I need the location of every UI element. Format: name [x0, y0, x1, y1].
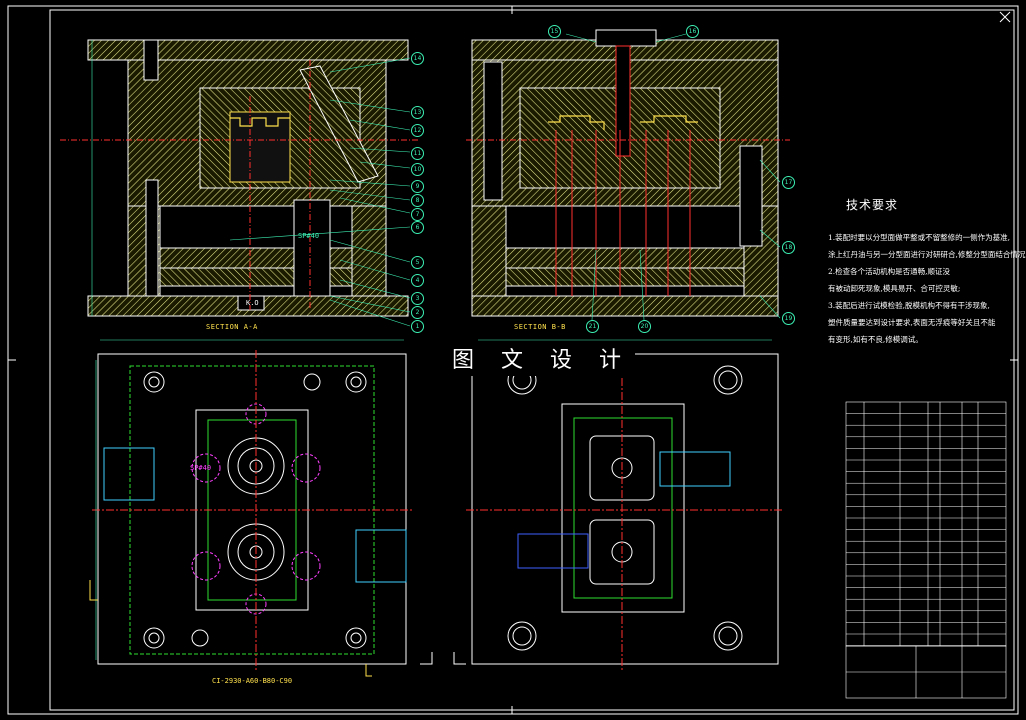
- bottom-caption: CI-2930-A60-B80-C90: [212, 677, 293, 685]
- part-callout-8: 8: [411, 194, 424, 207]
- part-callout-20: 20: [638, 320, 651, 333]
- part-callout-14: 14: [411, 52, 424, 65]
- title-block: [845, 401, 1007, 699]
- section-a-a-view: [60, 39, 420, 327]
- fixed-half-plan-view: [89, 339, 412, 677]
- section-a-label: SECTION A-A: [206, 323, 258, 331]
- spring-label-plan: SP#40: [190, 464, 212, 472]
- part-callout-6: 6: [411, 221, 424, 234]
- watermark-text: 图 文 设 计: [448, 346, 635, 376]
- part-callout-11: 11: [411, 147, 424, 160]
- tech-title: 技术要求: [846, 198, 899, 212]
- technical-requirements: 技术要求 1.装配时要以分型面做平整或不留整修的一侧作为基准, 涂上红丹油与另一…: [828, 196, 1026, 348]
- part-callout-21: 21: [586, 320, 599, 333]
- moving-half-plan-view: [420, 339, 784, 670]
- bom-table-rows: [846, 413, 1006, 646]
- part-callout-13: 13: [411, 106, 424, 119]
- part-callout-2: 2: [411, 306, 424, 319]
- spring-label: SP#40: [298, 232, 320, 240]
- tech-line: 2.检查各个活动机构是否通畅,顺证没: [828, 267, 951, 276]
- part-callout-16: 16: [686, 25, 699, 38]
- tech-line: 涂上红丹油与另一分型面进行对研研合,修整分型面结合情况;: [828, 250, 1026, 259]
- part-callout-19: 19: [782, 312, 795, 325]
- part-callout-7: 7: [411, 208, 424, 221]
- ko-label: K.O: [246, 299, 259, 307]
- tech-line: 塑件质量要达到设计要求,表面无浮痕等好关且不能: [828, 318, 996, 327]
- part-callout-18: 18: [782, 241, 795, 254]
- tech-line: 1.装配时要以分型面做平整或不留整修的一侧作为基准,: [828, 233, 1011, 242]
- tech-line: 3.装配后进行试模检验,脱模机构不得有干涉现象,: [828, 301, 990, 310]
- part-callout-9: 9: [411, 180, 424, 193]
- part-callout-4: 4: [411, 274, 424, 287]
- tech-line: 有变形,如有不良,修模调试。: [828, 335, 923, 344]
- part-callout-10: 10: [411, 163, 424, 176]
- part-callout-12: 12: [411, 124, 424, 137]
- part-callout-3: 3: [411, 292, 424, 305]
- part-callout-17: 17: [782, 176, 795, 189]
- section-b-label: SECTION B-B: [514, 323, 566, 331]
- part-callout-15: 15: [548, 25, 561, 38]
- part-callout-1: 1: [411, 320, 424, 333]
- part-callout-5: 5: [411, 256, 424, 269]
- tech-line: 有被动卸死现象,模具易开、合可控灵敏;: [828, 284, 961, 293]
- section-b-b-view: [466, 29, 790, 321]
